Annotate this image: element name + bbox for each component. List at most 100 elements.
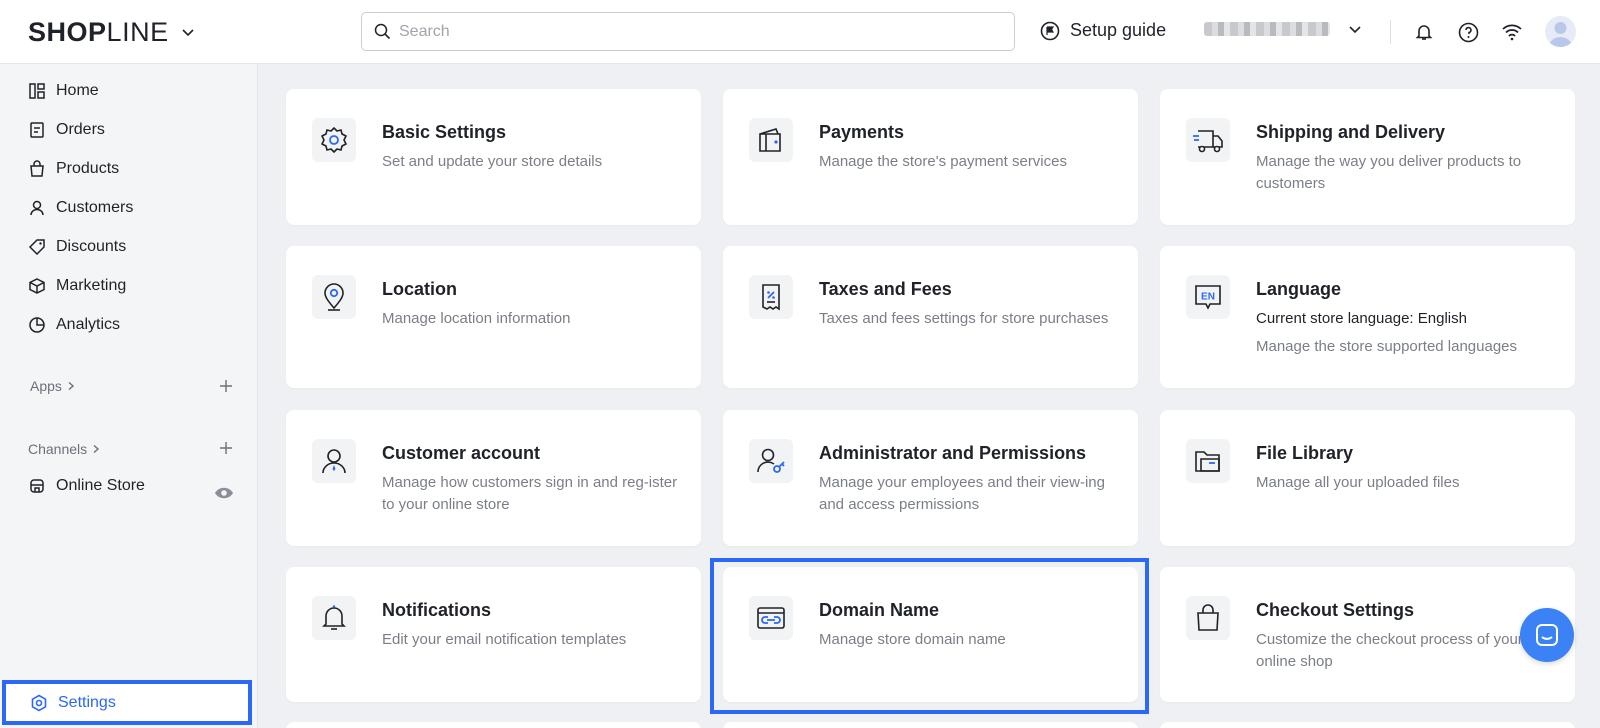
card-title: File Library — [1256, 443, 1354, 463]
sidebar: Home Orders Products Customers Discounts… — [0, 64, 258, 728]
language-en-icon: EN — [1186, 275, 1230, 319]
add-channel-icon[interactable] — [218, 440, 234, 456]
header-divider — [1390, 20, 1391, 44]
card-language[interactable]: EN Language Current store language: Engl… — [1160, 246, 1575, 388]
bell-icon — [312, 596, 356, 640]
top-bar: SHOPLINE Setup guide — [0, 0, 1600, 64]
card-location[interactable]: Location Manage location information — [286, 246, 701, 388]
store-icon — [30, 479, 44, 493]
customers-icon — [30, 200, 44, 216]
card-checkout-settings[interactable]: Checkout Settings Customize the checkout… — [1160, 567, 1575, 702]
receipt-percent-icon — [749, 275, 793, 319]
card-title: Shipping and Delivery — [1256, 122, 1446, 142]
card-description: Manage all your uploaded files — [1256, 474, 1460, 491]
settings-icon — [31, 694, 47, 711]
sidebar-item-home[interactable]: Home — [28, 79, 99, 103]
card-description: Manage the store's payment services — [819, 153, 1067, 170]
bell-icon[interactable] — [1412, 20, 1436, 44]
card-title: Checkout Settings — [1256, 600, 1415, 620]
sidebar-item-customers[interactable]: Customers — [28, 196, 133, 220]
chat-support-button[interactable] — [1520, 608, 1574, 662]
card-file-library[interactable]: File Library Manage all your uploaded fi… — [1160, 410, 1575, 546]
card-title: Administrator and Permissions — [819, 443, 1087, 463]
sidebar-item-label: Customers — [56, 199, 134, 216]
domain-link-icon — [749, 596, 793, 640]
card-payments[interactable]: Payments Manage the store's payment serv… — [723, 89, 1138, 225]
add-app-icon[interactable] — [218, 378, 234, 394]
wallet-icon — [749, 118, 793, 162]
card-shipping-and-delivery[interactable]: Shipping and Delivery Manage the way you… — [1160, 89, 1575, 225]
chevron-right-icon — [68, 381, 74, 391]
channels-section-label[interactable]: Channels — [28, 441, 101, 457]
sidebar-item-label: Orders — [56, 121, 105, 138]
sidebar-item-label: Products — [56, 160, 120, 177]
card-basic-settings[interactable]: Basic Settings Set and update your store… — [286, 89, 701, 225]
card-title: Customer account — [382, 443, 541, 463]
svg-text:EN: EN — [1201, 292, 1215, 303]
shopline-logo: SHOPLINE — [28, 17, 169, 47]
sidebar-item-analytics[interactable]: Analytics — [28, 313, 120, 337]
chevron-right-icon — [93, 444, 100, 454]
card-customer-account[interactable]: Customer account Manage how customers si… — [286, 410, 701, 546]
analytics-icon — [29, 317, 45, 333]
card-domain-name[interactable]: Domain Name Manage store domain name — [723, 567, 1138, 702]
home-icon — [29, 83, 45, 99]
products-icon — [30, 160, 44, 177]
folder-icon — [1186, 439, 1230, 483]
card-description: Taxes and fees settings for store purcha… — [819, 310, 1109, 327]
avatar[interactable] — [1545, 16, 1576, 47]
card-description: Manage your employees and their view-ing… — [819, 474, 1105, 513]
card-title: Language — [1256, 279, 1342, 299]
sidebar-item-orders[interactable]: Orders — [28, 118, 105, 142]
sidebar-item-marketing[interactable]: Marketing — [28, 274, 126, 298]
search-input[interactable] — [399, 22, 979, 41]
card-title: Taxes and Fees — [819, 279, 952, 299]
card-title: Notifications — [382, 600, 492, 620]
store-switcher[interactable]: SHOPLINE — [28, 16, 195, 48]
marketing-icon — [29, 278, 45, 294]
discounts-icon — [28, 239, 45, 256]
account-switcher[interactable] — [1204, 22, 1362, 36]
sidebar-item-online-store[interactable]: Online Store — [28, 474, 145, 498]
card-title: Basic Settings — [382, 122, 507, 142]
sidebar-item-label: Online Store — [56, 477, 145, 494]
wifi-icon[interactable] — [1500, 20, 1524, 44]
location-pin-icon — [312, 275, 356, 319]
card-description: Customize the checkout process of your o… — [1256, 631, 1523, 670]
user-key-icon — [749, 439, 793, 483]
card-title: Domain Name — [819, 600, 940, 620]
gear-icon — [312, 118, 356, 162]
shopping-bag-icon — [1186, 596, 1230, 640]
card-description: Manage store domain name — [819, 631, 1006, 648]
setup-guide-label: Setup guide — [1070, 20, 1167, 40]
card-title: Payments — [819, 122, 905, 142]
card-partial — [723, 722, 1138, 728]
truck-icon — [1186, 118, 1230, 162]
sidebar-item-label: Marketing — [56, 277, 127, 294]
help-icon[interactable] — [1456, 20, 1480, 44]
card-partial — [286, 722, 701, 728]
card-administrator-and-permissions[interactable]: Administrator and Permissions Manage you… — [723, 410, 1138, 546]
card-current-language: Current store language: English — [1256, 310, 1467, 327]
sidebar-item-settings[interactable]: Settings — [2, 680, 252, 725]
search-icon — [374, 23, 391, 40]
setup-guide-button[interactable]: Setup guide — [1040, 20, 1166, 41]
sidebar-item-discounts[interactable]: Discounts — [28, 235, 126, 259]
card-taxes-and-fees[interactable]: Taxes and Fees Taxes and fees settings f… — [723, 246, 1138, 388]
apps-section-label[interactable]: Apps — [30, 378, 76, 394]
card-partial — [1160, 722, 1575, 728]
sidebar-item-label: Discounts — [56, 238, 127, 255]
flag-icon — [1040, 21, 1060, 40]
card-description: Set and update your store details — [382, 153, 603, 170]
card-notifications[interactable]: Notifications Edit your email notificati… — [286, 567, 701, 702]
sidebar-item-products[interactable]: Products — [28, 157, 119, 181]
user-icon — [312, 439, 356, 483]
eye-icon[interactable] — [214, 486, 234, 500]
search-bar[interactable] — [361, 12, 1015, 51]
card-description: Edit your email notification templates — [382, 631, 627, 648]
chevron-down-icon[interactable] — [181, 25, 195, 39]
card-description: Manage the way you deliver products to c… — [1256, 153, 1522, 192]
card-description: Manage how customers sign in and reg-ist… — [382, 474, 678, 513]
sidebar-item-label: Analytics — [56, 316, 121, 333]
orders-icon — [30, 122, 44, 138]
